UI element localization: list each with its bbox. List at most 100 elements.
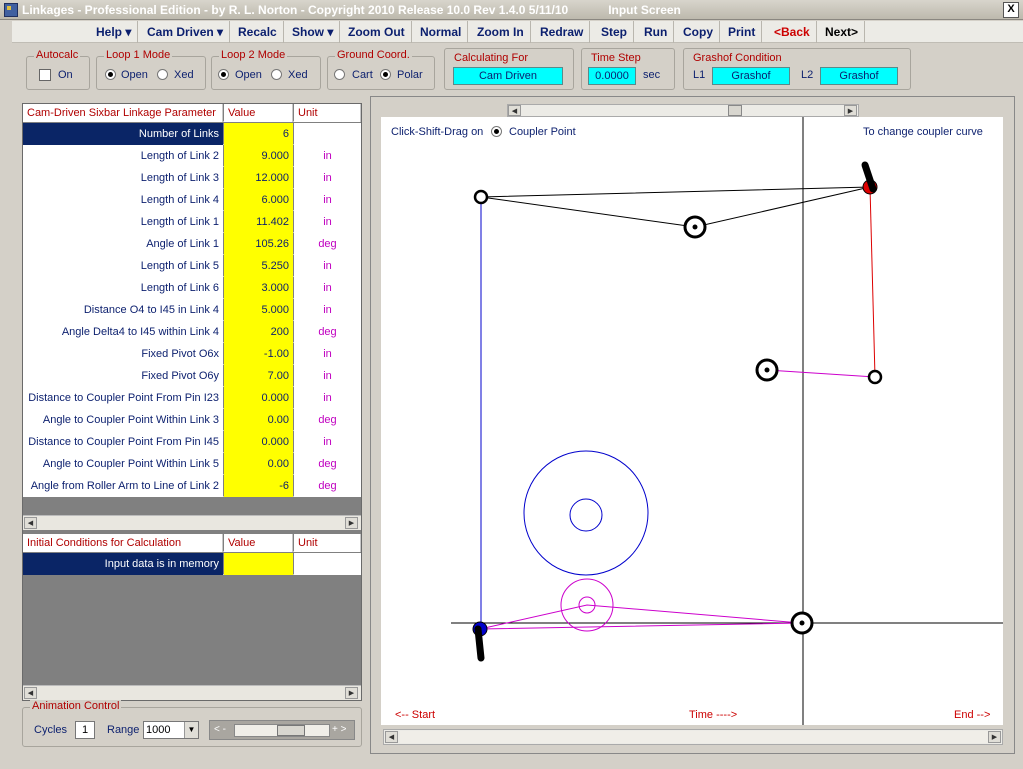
param-row[interactable]: Length of Link 3 12.000 in	[23, 167, 361, 189]
zoom-in-button[interactable]: Zoom In	[471, 21, 531, 43]
param-row-unit: in	[294, 431, 361, 453]
scroll-right-arrow[interactable]: ▶	[844, 105, 857, 116]
param-row-value[interactable]: 3.000	[224, 277, 293, 299]
param-row[interactable]: Length of Link 6 3.000 in	[23, 277, 361, 299]
grashof-l1-label: L1	[693, 69, 706, 81]
autocalc-checkbox[interactable]	[39, 69, 51, 81]
param-row[interactable]: Angle from Roller Arm to Line of Link 2-…	[23, 475, 361, 497]
param-row-value[interactable]: -1.00	[224, 343, 293, 365]
scroll-left-arrow[interactable]: ◀	[508, 105, 521, 116]
param-row-value[interactable]: 5.250	[224, 255, 293, 277]
chevron-down-icon[interactable]: ▼	[184, 722, 198, 738]
param-grid-scrollbar[interactable]: ◀ ▶	[23, 515, 361, 530]
menu-help[interactable]: Help ▾	[90, 21, 139, 43]
autocalc-label: Autocalc	[34, 49, 81, 61]
print-button[interactable]: Print	[722, 21, 763, 43]
grashof-l2-value: Grashof	[820, 67, 898, 85]
range-select[interactable]: 1000 ▼	[143, 721, 199, 739]
initial-param-column-header: Initial Conditions for Calculation	[23, 534, 223, 552]
param-row[interactable]: Angle of Link 1 105.26 deg	[23, 233, 361, 255]
loop1-xed-radio[interactable]	[157, 69, 168, 80]
normal-button[interactable]: Normal	[414, 21, 469, 43]
param-row[interactable]: Angle Delta4 to I45 within Link 4 200 deg	[23, 321, 361, 343]
param-row-value[interactable]: 5.000	[224, 299, 293, 321]
title-bar: Linkages - Professional Edition - by R. …	[0, 0, 1023, 20]
slider-slower-label: < -	[214, 724, 226, 735]
linkage-drawing	[451, 117, 1003, 725]
next-button[interactable]: Next>	[819, 21, 866, 43]
scroll-right-arrow[interactable]: ▶	[345, 517, 358, 529]
param-row-value[interactable]: 9.000	[224, 145, 293, 167]
ground-polar-radio[interactable]	[380, 69, 391, 80]
param-row[interactable]: Length of Link 1 11.402 in	[23, 211, 361, 233]
linkage-canvas[interactable]: Click-Shift-Drag on Coupler Point To cha…	[381, 117, 1003, 725]
bottom-scrollbar[interactable]: ◀ ▶	[383, 729, 1003, 745]
cycles-input[interactable]: 1	[75, 721, 95, 739]
scroll-track[interactable]	[400, 731, 988, 743]
close-window-button[interactable]: X	[1003, 2, 1019, 18]
param-row-value[interactable]: 200	[224, 321, 293, 343]
param-row-value[interactable]: 0.000	[224, 387, 293, 409]
param-row-value[interactable]: 12.000	[224, 167, 293, 189]
param-row-value[interactable]: 105.26	[224, 233, 293, 255]
scroll-left-arrow[interactable]: ◀	[24, 517, 37, 529]
initial-row-value[interactable]	[224, 553, 293, 575]
top-scrollbar[interactable]: ◀ ▶	[507, 104, 859, 117]
param-row-label: Angle from Roller Arm to Line of Link 2	[23, 475, 223, 497]
zoom-out-button[interactable]: Zoom Out	[342, 21, 412, 43]
param-row-value[interactable]: 0.00	[224, 453, 293, 475]
animation-speed-slider[interactable]: < - + >	[209, 720, 355, 740]
scroll-right-arrow[interactable]: ▶	[345, 687, 358, 699]
param-row[interactable]: Distance O4 to I45 in Link 4 5.000 in	[23, 299, 361, 321]
param-row[interactable]: Number of Links 6	[23, 123, 361, 145]
initial-unit-column-header: Unit	[294, 534, 361, 552]
param-row[interactable]: Angle to Coupler Point Within Link 5 0.00…	[23, 453, 361, 475]
loop1-xed-label: Xed	[174, 69, 194, 81]
param-row-value[interactable]: 7.00	[224, 365, 293, 387]
param-row-value[interactable]: 6.000	[224, 189, 293, 211]
run-button[interactable]: Run	[638, 21, 675, 43]
scroll-right-arrow[interactable]: ▶	[988, 731, 1001, 743]
back-button[interactable]: <Back	[768, 21, 817, 43]
slider-faster-label: + >	[332, 724, 347, 735]
roller-arm-lines	[479, 604, 802, 630]
initial-grid-scrollbar[interactable]: ◀ ▶	[23, 685, 361, 700]
param-row[interactable]: Angle to Coupler Point Within Link 3 0.00…	[23, 409, 361, 431]
param-row-value[interactable]: 0.00	[224, 409, 293, 431]
redraw-button[interactable]: Redraw	[534, 21, 591, 43]
ground-cart-radio[interactable]	[334, 69, 345, 80]
param-row-value[interactable]: 6	[224, 123, 293, 145]
copy-button[interactable]: Copy	[677, 21, 720, 43]
scroll-left-arrow[interactable]: ◀	[385, 731, 398, 743]
param-row-value[interactable]: -6	[224, 475, 293, 497]
param-row-value[interactable]: 0.000	[224, 431, 293, 453]
param-row[interactable]: Distance to Coupler Point From Pin I23 0.…	[23, 387, 361, 409]
cam-hub-circle	[569, 498, 603, 532]
loop2-xed-radio[interactable]	[271, 69, 282, 80]
link-5-line	[766, 369, 876, 378]
param-row-unit: deg	[294, 453, 361, 475]
loop2-open-radio[interactable]	[218, 69, 229, 80]
param-row[interactable]: Length of Link 5 5.250 in	[23, 255, 361, 277]
param-row-value[interactable]: 11.402	[224, 211, 293, 233]
scroll-left-arrow[interactable]: ◀	[24, 687, 37, 699]
menu-cam-driven[interactable]: Cam Driven ▾	[141, 21, 231, 43]
step-button[interactable]: Step	[595, 21, 635, 43]
unit-column-header: Unit	[294, 104, 361, 122]
param-row[interactable]: Fixed Pivot O6y 7.00 in	[23, 365, 361, 387]
loop1-open-radio[interactable]	[105, 69, 116, 80]
param-row[interactable]: Length of Link 2 9.000 in	[23, 145, 361, 167]
slider-track[interactable]	[234, 724, 330, 737]
slider-thumb[interactable]	[277, 725, 305, 736]
time-step-value: 0.0000	[588, 67, 636, 85]
param-row[interactable]: Fixed Pivot O6x -1.00 in	[23, 343, 361, 365]
param-row[interactable]: Distance to Coupler Point From Pin I45 0.…	[23, 431, 361, 453]
param-row[interactable]: Length of Link 4 6.000 in	[23, 189, 361, 211]
scroll-thumb[interactable]	[728, 105, 742, 116]
pin-i23	[473, 189, 489, 205]
parameter-panel: Cam-Driven Sixbar Linkage Parameter Valu…	[22, 103, 362, 701]
initial-row[interactable]: Input data is in memory	[23, 553, 361, 575]
menu-show[interactable]: Show ▾	[286, 21, 341, 43]
recalc-button[interactable]: Recalc	[232, 21, 284, 43]
param-row-unit: deg	[294, 321, 361, 343]
